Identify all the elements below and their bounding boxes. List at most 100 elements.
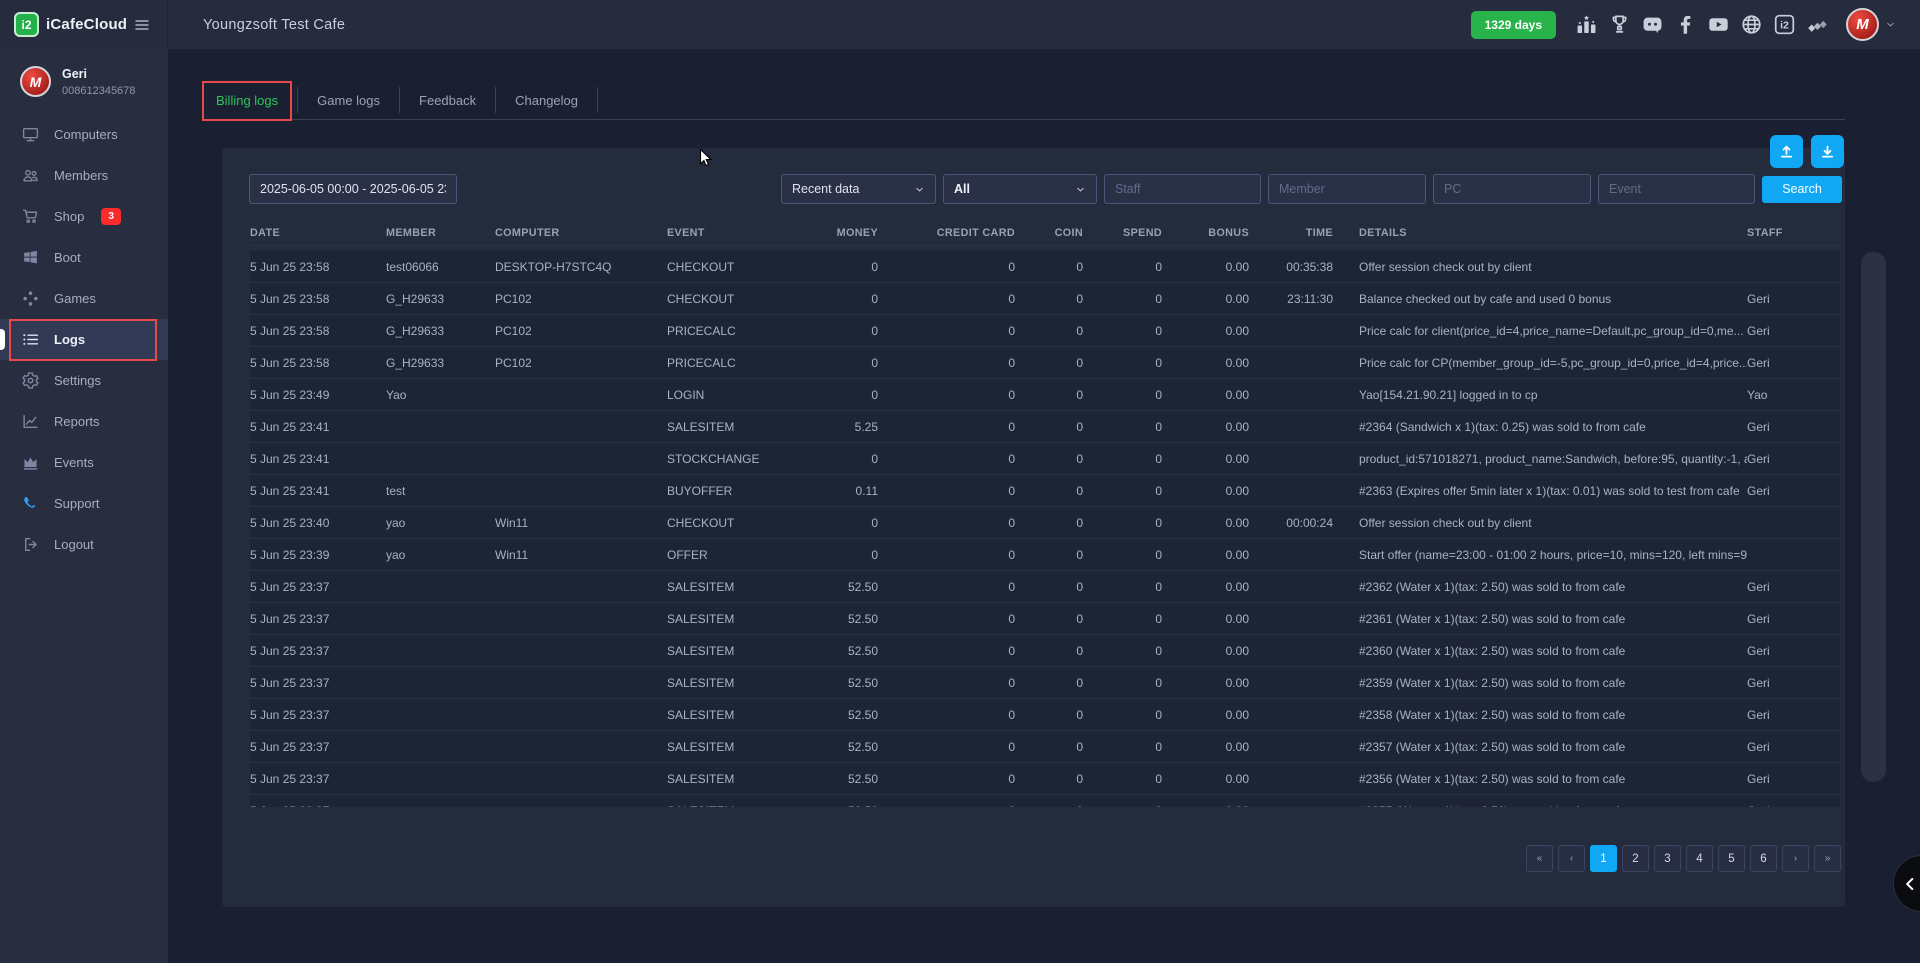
page-4[interactable]: 4	[1686, 845, 1713, 872]
support-icon	[22, 495, 39, 512]
pc-input[interactable]	[1433, 174, 1591, 204]
table-row[interactable]: 5 Jun 25 23:49YaoLOGIN00000.00Yao[154.21…	[250, 379, 1840, 411]
table-row[interactable]: 5 Jun 25 23:37SALESITEM52.500000.00#2356…	[250, 763, 1840, 795]
table-row[interactable]: 5 Jun 25 23:58test06066DESKTOP-H7STC4QCH…	[250, 251, 1840, 283]
license-days-badge[interactable]: 1329 days	[1471, 11, 1556, 39]
page-next[interactable]: ›	[1782, 845, 1809, 872]
page-6[interactable]: 6	[1750, 845, 1777, 872]
sidebar-item-games[interactable]: Games	[0, 278, 168, 319]
cell-spend: 0	[1083, 772, 1162, 786]
avatar: M	[1846, 8, 1879, 41]
sidebar-item-boot[interactable]: Boot	[0, 237, 168, 278]
date-range-input[interactable]	[249, 174, 457, 204]
cell-bonus: 0.00	[1162, 804, 1249, 808]
globe-icon[interactable]	[1741, 14, 1762, 35]
cell-bonus: 0.00	[1162, 612, 1249, 626]
type-select[interactable]: All	[943, 174, 1097, 204]
cell-event: PRICECALC	[667, 356, 817, 370]
tab-feedback[interactable]: Feedback	[406, 81, 489, 120]
table-row[interactable]: 5 Jun 25 23:37SALESITEM52.500000.00#2359…	[250, 667, 1840, 699]
sidebar-item-computers[interactable]: Computers	[0, 114, 168, 155]
table-row[interactable]: 5 Jun 25 23:37SALESITEM52.500000.00#2358…	[250, 699, 1840, 731]
billing-logs-card: Recent data All Search DATEMEMBERCOMPUTE…	[222, 148, 1845, 907]
menu-toggle-icon[interactable]	[133, 17, 151, 33]
column-header-date: DATE	[250, 227, 386, 239]
scrollbar-thumb[interactable]	[1861, 252, 1886, 782]
table-row[interactable]: 5 Jun 25 23:58G_H29633PC102PRICECALC0000…	[250, 347, 1840, 379]
table-row[interactable]: 5 Jun 25 23:37SALESITEM52.500000.00#2355…	[250, 795, 1840, 807]
page-3[interactable]: 3	[1654, 845, 1681, 872]
column-header-time: TIME	[1249, 227, 1333, 239]
ranking-icon[interactable]	[1576, 14, 1597, 35]
avatar[interactable]: M	[20, 66, 51, 97]
cell-spend: 0	[1083, 420, 1162, 434]
tab-actions	[1770, 135, 1844, 168]
cell-staff: Geri	[1747, 484, 1840, 498]
page-last[interactable]: »	[1814, 845, 1841, 872]
shop-badge: 3	[101, 208, 121, 225]
cell-date: 5 Jun 25 23:37	[250, 804, 386, 808]
trophy-icon[interactable]	[1609, 14, 1630, 35]
sidebar-item-shop[interactable]: Shop3	[0, 196, 168, 237]
cell-details: #2358 (Water x 1)(tax: 2.50) was sold to…	[1333, 708, 1747, 722]
cell-coin: 0	[1015, 484, 1083, 498]
filters-row: Recent data All Search	[222, 148, 1845, 204]
table-row[interactable]: 5 Jun 25 23:37SALESITEM52.500000.00#2361…	[250, 603, 1840, 635]
cell-coin: 0	[1015, 612, 1083, 626]
tab-changelog[interactable]: Changelog	[502, 81, 591, 120]
recent-data-select-value: Recent data	[792, 182, 859, 196]
recent-data-select[interactable]: Recent data	[781, 174, 936, 204]
table-row[interactable]: 5 Jun 25 23:37SALESITEM52.500000.00#2360…	[250, 635, 1840, 667]
page-first[interactable]: «	[1526, 845, 1553, 872]
sidebar-item-support[interactable]: Support	[0, 483, 168, 524]
table-row[interactable]: 5 Jun 25 23:41STOCKCHANGE00000.00product…	[250, 443, 1840, 475]
table-row[interactable]: 5 Jun 25 23:41testBUYOFFER0.110000.00#23…	[250, 475, 1840, 507]
download-button[interactable]	[1811, 135, 1844, 168]
app-logo[interactable]: i2 iCafeCloud	[14, 12, 127, 37]
facebook-icon[interactable]	[1675, 14, 1696, 35]
sidebar-item-events[interactable]: Events	[0, 442, 168, 483]
table-row[interactable]: 5 Jun 25 23:37SALESITEM52.500000.00#2362…	[250, 571, 1840, 603]
table-row[interactable]: 5 Jun 25 23:37SALESITEM52.500000.00#2357…	[250, 731, 1840, 763]
tab-billing-logs[interactable]: Billing logs	[203, 81, 291, 120]
cell-money: 52.50	[817, 740, 878, 754]
cell-money: 52.50	[817, 708, 878, 722]
icafe-icon[interactable]: i2	[1774, 14, 1795, 35]
page-1[interactable]: 1	[1590, 845, 1617, 872]
sidebar-item-members[interactable]: Members	[0, 155, 168, 196]
table-row[interactable]: 5 Jun 25 23:39yaoWin11OFFER00000.00Start…	[250, 539, 1840, 571]
cell-credit-card: 0	[878, 452, 1015, 466]
cell-coin: 0	[1015, 260, 1083, 274]
column-header-coin: COIN	[1015, 227, 1083, 239]
cell-event: SALESITEM	[667, 708, 817, 722]
tab-game-logs[interactable]: Game logs	[304, 81, 393, 120]
cell-event: CHECKOUT	[667, 516, 817, 530]
cell-credit-card: 0	[878, 580, 1015, 594]
youtube-icon[interactable]	[1708, 14, 1729, 35]
member-input[interactable]	[1268, 174, 1426, 204]
page-2[interactable]: 2	[1622, 845, 1649, 872]
table-row[interactable]: 5 Jun 25 23:41SALESITEM5.250000.00#2364 …	[250, 411, 1840, 443]
discord-icon[interactable]	[1642, 14, 1663, 35]
column-header-details: DETAILS	[1333, 227, 1747, 239]
sidebar-item-logout[interactable]: Logout	[0, 524, 168, 565]
cell-staff: Geri	[1747, 292, 1840, 306]
cards-icon[interactable]	[1807, 14, 1828, 35]
table-row[interactable]: 5 Jun 25 23:58G_H29633PC102CHECKOUT00000…	[250, 283, 1840, 315]
event-input[interactable]	[1598, 174, 1755, 204]
cell-bonus: 0.00	[1162, 484, 1249, 498]
cell-credit-card: 0	[878, 260, 1015, 274]
sidebar-item-settings[interactable]: Settings	[0, 360, 168, 401]
cell-credit-card: 0	[878, 708, 1015, 722]
upload-button[interactable]	[1770, 135, 1803, 168]
page-prev[interactable]: ‹	[1558, 845, 1585, 872]
search-button[interactable]: Search	[1762, 176, 1842, 203]
page-5[interactable]: 5	[1718, 845, 1745, 872]
sidebar-item-reports[interactable]: Reports	[0, 401, 168, 442]
table-row[interactable]: 5 Jun 25 23:58G_H29633PC102PRICECALC0000…	[250, 315, 1840, 347]
staff-input[interactable]	[1104, 174, 1261, 204]
sidebar-item-logs[interactable]: Logs	[0, 319, 168, 360]
table-row[interactable]: 5 Jun 25 23:40yaoWin11CHECKOUT00000.0000…	[250, 507, 1840, 539]
user-menu[interactable]: M	[1846, 8, 1896, 41]
cell-date: 5 Jun 25 23:58	[250, 260, 386, 274]
